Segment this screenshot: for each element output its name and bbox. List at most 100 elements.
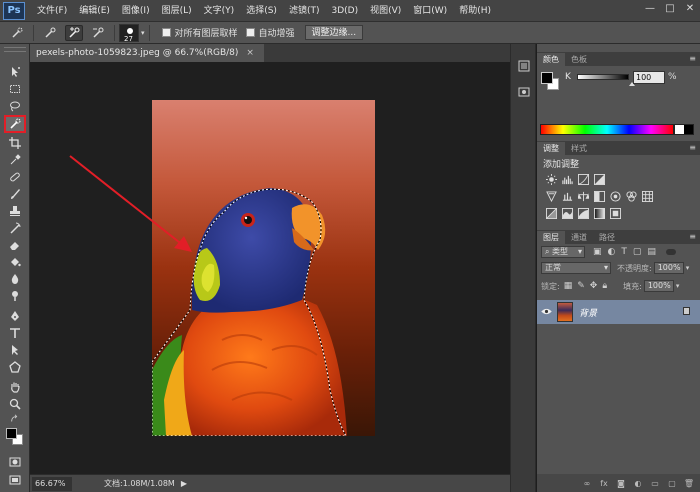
swap-colors-button[interactable] (5, 414, 25, 424)
zoom-tool[interactable] (5, 396, 25, 412)
tab-channels[interactable]: 通道 (565, 231, 593, 244)
link-layers-icon[interactable]: ∞ (582, 478, 592, 488)
refine-edge-button[interactable]: 调整边缘... (304, 25, 364, 40)
new-adjustment-layer-icon[interactable]: ◐ (633, 478, 643, 488)
canvas-area[interactable] (30, 62, 510, 474)
eraser-tool[interactable] (5, 237, 25, 253)
filter-toggle-switch[interactable] (665, 249, 676, 255)
filter-smart-object-icon[interactable]: ▤ (647, 247, 656, 257)
menu-3d[interactable]: 3D(D) (325, 0, 364, 22)
blur-tool[interactable] (5, 271, 25, 287)
zoom-level-field[interactable]: 66.67% (32, 476, 72, 491)
new-layer-icon[interactable]: ▢ (667, 478, 677, 488)
checkbox-box[interactable] (245, 28, 255, 37)
hand-tool[interactable] (5, 379, 25, 395)
delete-layer-icon[interactable]: 🗑︎ (684, 478, 694, 488)
menu-type[interactable]: 文字(Y) (198, 0, 241, 22)
sample-all-layers-checkbox[interactable]: 对所有图层取样 (161, 26, 238, 39)
lock-all-icon[interactable]: 🔒︎ (602, 281, 607, 291)
pen-tool[interactable] (5, 308, 25, 324)
healing-brush-tool[interactable] (5, 169, 25, 185)
color-panel-menu-icon[interactable]: ≡ (689, 54, 696, 63)
tool-preset-quick-selection-icon[interactable] (8, 25, 26, 41)
tab-adjustments[interactable]: 调整 (537, 142, 565, 155)
clone-stamp-tool[interactable] (5, 203, 25, 219)
path-selection-tool[interactable] (5, 342, 25, 358)
document-tab[interactable]: pexels-photo-1059823.jpeg @ 66.7%(RGB/8)… (30, 44, 264, 62)
screen-mode-button[interactable] (5, 472, 25, 488)
quick-selection-tool[interactable] (4, 115, 26, 133)
fill-input[interactable]: 100% (643, 280, 674, 292)
marquee-tool[interactable] (5, 81, 25, 97)
tab-swatches[interactable]: 色板 (565, 53, 593, 66)
eye-icon[interactable] (541, 308, 552, 318)
color-lookup-icon[interactable] (641, 190, 653, 202)
layer-background-row[interactable]: 背景 (537, 300, 700, 324)
new-group-icon[interactable]: ▭ (650, 478, 660, 488)
history-panel-button[interactable] (515, 58, 533, 74)
tab-styles[interactable]: 样式 (565, 142, 593, 155)
parrot-photo[interactable] (152, 100, 375, 436)
close-icon[interactable]: ✕ (684, 3, 696, 15)
shape-tool[interactable] (5, 359, 25, 375)
brush-tool[interactable] (5, 186, 25, 202)
tab-layers[interactable]: 图层 (537, 231, 565, 244)
brush-size-picker[interactable]: 27 (119, 23, 139, 43)
exposure-icon[interactable] (593, 173, 605, 185)
brush-dropdown-icon[interactable]: ▾ (141, 29, 145, 37)
selective-color-icon[interactable] (609, 207, 621, 219)
layer-name[interactable]: 背景 (579, 306, 597, 319)
status-menu-arrow-icon[interactable]: ▶ (181, 479, 187, 488)
menu-filter[interactable]: 滤镜(T) (283, 0, 326, 22)
fill-dropdown-icon[interactable]: ▾ (676, 282, 680, 290)
threshold-icon[interactable] (577, 207, 589, 219)
filter-shape-icon[interactable]: ▢ (633, 247, 642, 257)
levels-icon[interactable] (561, 174, 573, 184)
invert-icon[interactable] (545, 207, 557, 219)
lock-transparent-icon[interactable]: ▦ (564, 281, 573, 291)
posterize-icon[interactable] (561, 207, 573, 219)
maximize-icon[interactable]: □ (664, 3, 676, 15)
filter-adjustment-icon[interactable]: ◐ (608, 247, 616, 257)
move-tool[interactable] (5, 64, 25, 80)
type-tool[interactable] (5, 325, 25, 341)
properties-panel-button[interactable] (515, 84, 533, 100)
history-brush-tool[interactable] (5, 220, 25, 236)
minimize-icon[interactable]: — (644, 3, 656, 15)
brightness-contrast-icon[interactable] (545, 173, 557, 185)
menu-select[interactable]: 选择(S) (240, 0, 283, 22)
menu-layer[interactable]: 图层(L) (156, 0, 198, 22)
layer-style-icon[interactable]: fx (599, 478, 609, 488)
tab-color[interactable]: 颜色 (537, 53, 565, 66)
gradient-map-icon[interactable] (593, 207, 605, 219)
hue-saturation-icon[interactable] (561, 191, 573, 201)
opacity-dropdown-icon[interactable]: ▾ (686, 264, 690, 272)
layers-panel-menu-icon[interactable]: ≡ (689, 232, 696, 241)
lock-position-icon[interactable]: ✥ (590, 281, 598, 291)
crop-tool[interactable] (5, 135, 25, 151)
opacity-input[interactable]: 100% (653, 262, 684, 274)
auto-enhance-checkbox[interactable]: 自动增强 (245, 26, 295, 39)
filter-pixel-icon[interactable]: ▣ (593, 247, 602, 257)
black-white-ramp[interactable] (674, 124, 694, 135)
blend-mode-select[interactable]: 正常 ▾ (541, 262, 611, 274)
add-mask-icon[interactable]: ◙ (616, 478, 626, 488)
subtract-from-selection-brush-icon[interactable] (89, 25, 107, 41)
color-spectrum-bar[interactable] (540, 124, 674, 135)
menu-edit[interactable]: 编辑(E) (73, 0, 116, 22)
lasso-tool[interactable] (5, 98, 25, 114)
eyedropper-tool[interactable] (5, 152, 25, 168)
menu-window[interactable]: 窗口(W) (407, 0, 453, 22)
foreground-color-swatch[interactable] (6, 428, 17, 439)
dodge-tool[interactable] (5, 288, 25, 304)
channel-mixer-icon[interactable] (625, 190, 637, 202)
menu-image[interactable]: 图像(I) (116, 0, 156, 22)
tab-paths[interactable]: 路径 (593, 231, 621, 244)
quick-mask-button[interactable] (5, 454, 25, 470)
curves-icon[interactable] (577, 173, 589, 185)
menu-view[interactable]: 视图(V) (364, 0, 407, 22)
photo-filter-icon[interactable] (609, 190, 621, 202)
k-channel-slider[interactable] (577, 74, 629, 80)
checkbox-box[interactable] (161, 28, 171, 37)
menu-file[interactable]: 文件(F) (31, 0, 73, 22)
